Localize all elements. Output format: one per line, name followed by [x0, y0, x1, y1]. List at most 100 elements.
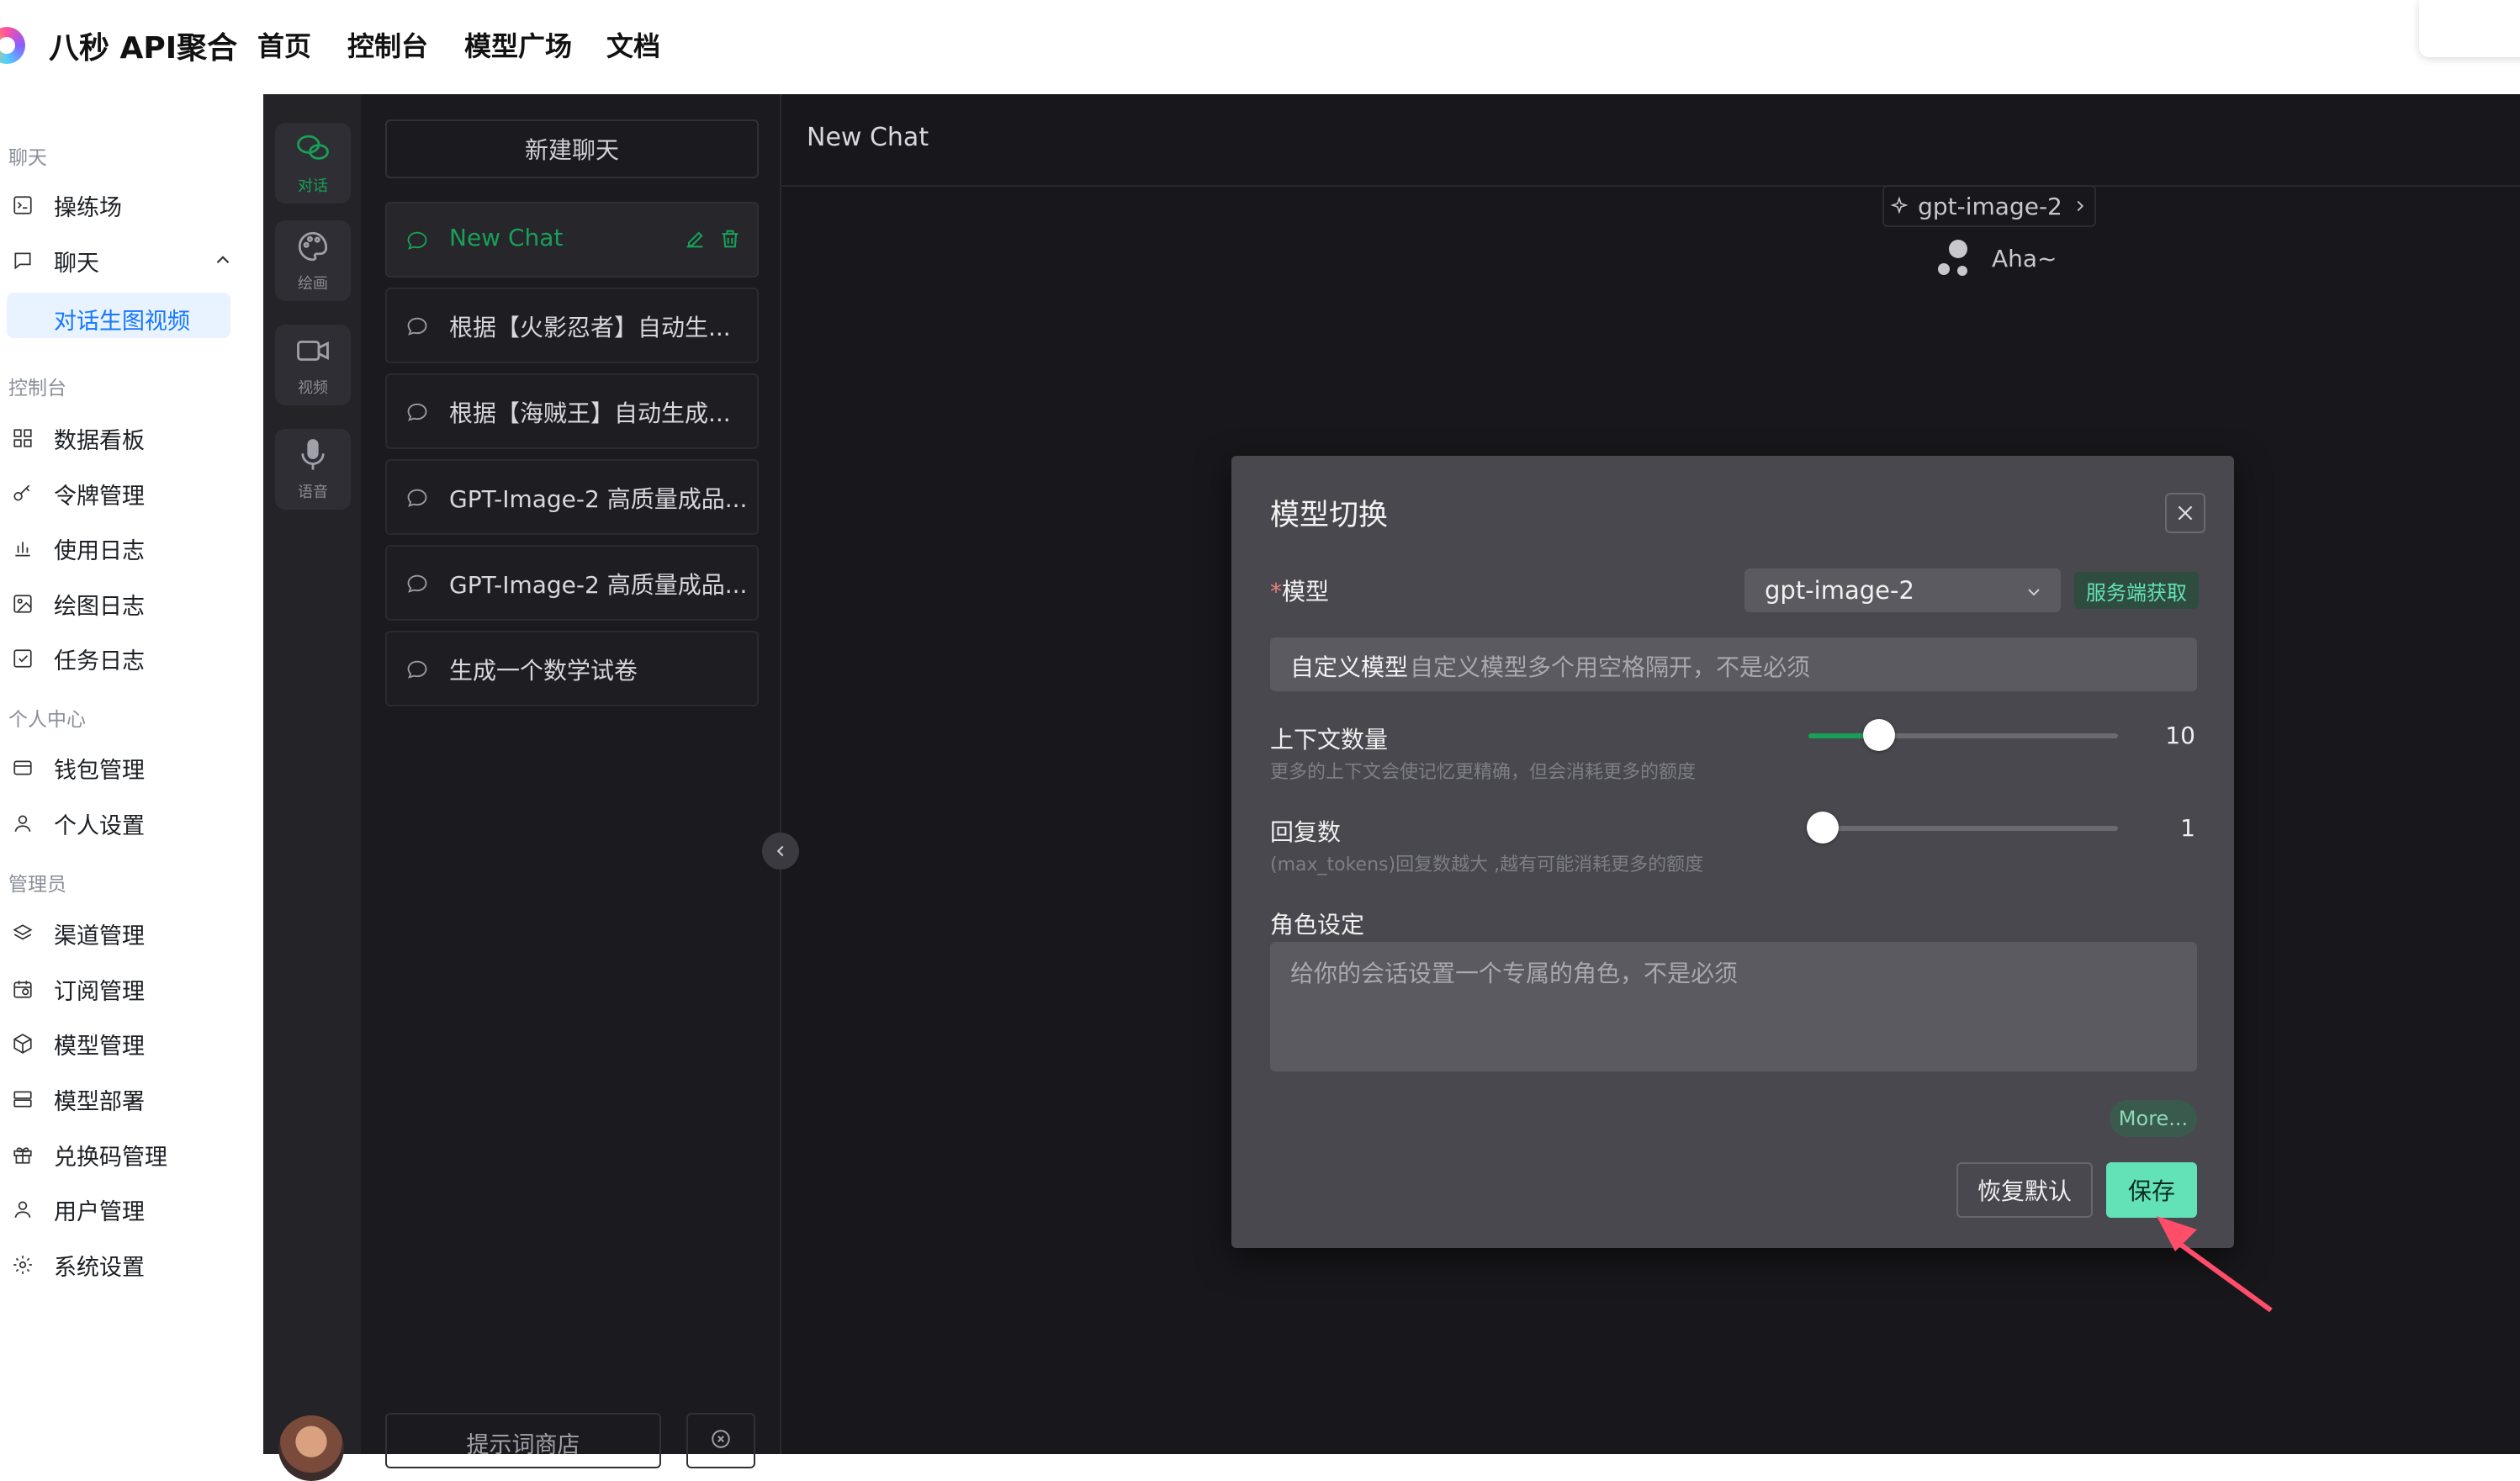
sidebar-item-label: 系统设置	[54, 1254, 145, 1281]
sidebar-subitem-label: 对话生图视频	[54, 309, 190, 335]
sidebar-item-playground[interactable]: 操练场	[0, 182, 244, 229]
nav-link-model-square[interactable]: 模型广场	[464, 25, 572, 64]
rail-tab-voice[interactable]: 语音	[275, 429, 351, 510]
chat-list-item[interactable]: GPT-Image-2 高质量成品...	[385, 459, 759, 535]
sidebar-item-label: 渠道管理	[54, 923, 145, 949]
palette-icon	[295, 229, 331, 268]
video-camera-icon	[295, 333, 331, 373]
sidebar-item-chat[interactable]: 聊天	[0, 237, 244, 284]
chat-list-item[interactable]: 生成一个数学试卷	[385, 631, 759, 706]
section-title-console: 控制台	[8, 378, 66, 399]
chat-list-item[interactable]: 根据【火影忍者】自动生...	[385, 288, 759, 363]
context-count-slider[interactable]	[1808, 719, 2118, 751]
sidebar-item-redeem-codes[interactable]: 兑换码管理	[0, 1131, 244, 1178]
chat-title: New Chat	[449, 224, 564, 251]
slider-handle[interactable]	[1807, 812, 1839, 844]
brand-logo[interactable]	[0, 27, 25, 64]
sidebar-item-label: 个人设置	[54, 812, 145, 839]
sidebar-item-label: 令牌管理	[54, 483, 145, 510]
reset-default-button[interactable]: 恢复默认	[1956, 1162, 2093, 1218]
dashboard-icon	[10, 426, 35, 451]
sidebar-item-task-logs[interactable]: 任务日志	[0, 635, 244, 682]
chat-bubble-icon	[407, 489, 427, 507]
chat-list-item[interactable]: 根据【海贼王】自动生成...	[385, 373, 759, 449]
custom-model-input[interactable]: 自定义模型 自定义模型多个用空格隔开，不是必须	[1270, 637, 2197, 691]
user-icon	[10, 811, 35, 836]
chat-title: 根据【海贼王】自动生成...	[449, 399, 731, 427]
sidebar-item-label: 模型管理	[54, 1033, 145, 1060]
sidebar-item-subscriptions[interactable]: 订阅管理	[0, 965, 244, 1013]
sidebar-item-label: 钱包管理	[54, 757, 145, 784]
sidebar-item-users[interactable]: 用户管理	[0, 1186, 244, 1233]
trash-icon[interactable]	[718, 227, 742, 251]
sidebar-subitem-chat-image-video[interactable]: 对话生图视频	[7, 293, 230, 338]
context-count-hint: 更多的上下文会使记忆更精确，但会消耗更多的额度	[1270, 762, 1697, 783]
clear-chats-button[interactable]	[686, 1413, 755, 1468]
assistant-greeting: Aha~	[1935, 237, 2057, 279]
sidebar-item-wallet[interactable]: 钱包管理	[0, 744, 244, 791]
chat-title: GPT-Image-2 高质量成品...	[449, 485, 748, 513]
sidebar-item-label: 数据看板	[54, 427, 145, 454]
chevron-right-icon	[2077, 200, 2083, 212]
rail-tab-label: 绘画	[298, 274, 328, 293]
sidebar-item-system-settings[interactable]: 系统设置	[0, 1241, 244, 1288]
sidebar-item-label: 聊天	[54, 250, 99, 277]
chat-bubble-icon	[407, 403, 427, 421]
gear-icon	[10, 1252, 35, 1277]
model-selector-pill[interactable]: gpt-image-2	[1882, 185, 2096, 227]
user-menu-card[interactable]	[2419, 0, 2520, 57]
chat-list-item[interactable]: New Chat	[385, 202, 759, 278]
sidebar-item-label: 订阅管理	[54, 978, 145, 1005]
edit-icon[interactable]	[683, 227, 707, 251]
model-pill-label: gpt-image-2	[1918, 192, 2062, 220]
layers-icon	[10, 921, 35, 946]
brand-name[interactable]: 八秒 API聚合	[49, 24, 237, 67]
context-count-value: 10	[2165, 722, 2195, 749]
nav-link-home[interactable]: 首页	[257, 25, 311, 64]
sidebar-item-label: 使用日志	[54, 537, 145, 564]
greeting-text: Aha~	[1992, 244, 2057, 272]
bar-chart-icon	[10, 536, 35, 561]
slider-handle[interactable]	[1863, 719, 1895, 751]
more-button[interactable]: More...	[2110, 1100, 2197, 1137]
chevron-up-icon[interactable]	[212, 249, 234, 274]
replies-slider[interactable]	[1807, 812, 2118, 844]
chat-bubble-icon	[407, 317, 427, 336]
sidebar-item-tokens[interactable]: 令牌管理	[0, 470, 244, 517]
model-select[interactable]: gpt-image-2	[1744, 569, 2061, 612]
nav-link-console[interactable]: 控制台	[347, 25, 428, 64]
rail-tab-label: 语音	[298, 483, 328, 501]
rail-tab-chat[interactable]: 对话	[275, 123, 351, 204]
wechat-chat-icon	[295, 131, 331, 171]
sidebar-item-channels[interactable]: 渠道管理	[0, 910, 244, 957]
calendar-clock-icon	[10, 976, 35, 1002]
sidebar-item-label: 任务日志	[54, 648, 145, 674]
rail-tab-video[interactable]: 视频	[275, 325, 351, 405]
sidebar-item-label: 模型部署	[54, 1088, 145, 1115]
role-setting-textarea[interactable]: 给你的会话设置一个专属的角色，不是必须	[1270, 942, 2197, 1071]
chat-list-item[interactable]: GPT-Image-2 高质量成品...	[385, 545, 759, 621]
context-count-label: 上下文数量	[1270, 726, 1389, 754]
section-title-admin: 管理员	[8, 874, 66, 896]
server-fetch-tag[interactable]: 服务端获取	[2074, 572, 2199, 609]
chat-bubble-icon	[407, 660, 427, 679]
avatar[interactable]	[278, 1415, 344, 1481]
nav-link-docs[interactable]: 文档	[606, 25, 660, 64]
custom-model-prefix: 自定义模型	[1290, 653, 1409, 681]
collapse-sidebar-button[interactable]	[762, 833, 799, 870]
chat-bubble-icon	[407, 231, 427, 250]
sidebar-item-personal-settings[interactable]: 个人设置	[0, 800, 244, 847]
model-switch-dialog: 模型切换 *模型 gpt-image-2 服务端获取 自定义模型 自定义模型多个…	[1231, 456, 2234, 1248]
sidebar-item-dashboard[interactable]: 数据看板	[0, 415, 244, 462]
sidebar-item-model-deploy[interactable]: 模型部署	[0, 1076, 244, 1123]
new-chat-button[interactable]: 新建聊天	[385, 119, 759, 178]
close-button[interactable]	[2165, 493, 2205, 533]
sidebar-item-usage-logs[interactable]: 使用日志	[0, 525, 244, 572]
sidebar-item-models[interactable]: 模型管理	[0, 1020, 244, 1067]
rail-tab-drawing[interactable]: 绘画	[275, 220, 351, 301]
sidebar-item-label: 兑换码管理	[54, 1144, 167, 1171]
custom-model-placeholder: 自定义模型多个用空格隔开，不是必须	[1410, 653, 1811, 681]
sidebar-item-drawing-logs[interactable]: 绘图日志	[0, 580, 244, 627]
clear-circle-icon	[712, 1430, 730, 1448]
prompt-store-button[interactable]: 提示词商店	[385, 1413, 661, 1468]
